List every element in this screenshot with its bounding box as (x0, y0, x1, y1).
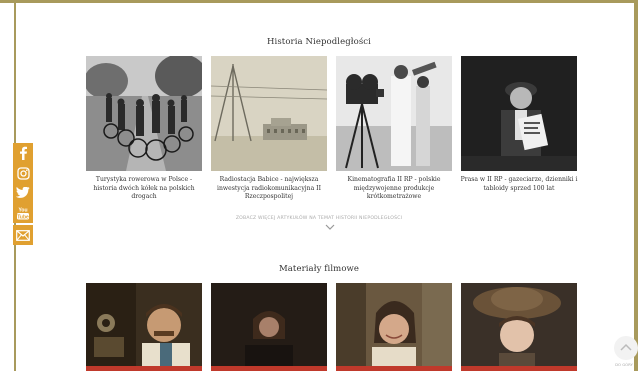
more-articles-link[interactable]: ZOBACZ WIĘCEJ ARTYKUŁÓW NA TEMAT HISTORI… (0, 216, 638, 221)
twitter-icon (16, 187, 30, 198)
instagram-icon (16, 166, 30, 180)
film-thumb-accent (336, 366, 452, 371)
svg-text:You: You (18, 208, 27, 214)
film-thumb-woman-hat[interactable] (461, 283, 577, 371)
facebook-button[interactable] (13, 143, 33, 163)
film-thumb-typewriter[interactable] (211, 283, 327, 371)
svg-text:Tube: Tube (17, 214, 29, 220)
film-thumb-woman-smiling[interactable] (336, 283, 452, 371)
film-thumb-accent (461, 366, 577, 371)
film-thumb-accent (86, 366, 202, 371)
film-thumb-inventor[interactable] (86, 283, 202, 371)
film-thumb-accent (211, 366, 327, 371)
article-caption-radio-station[interactable]: Radiostacja Babice - największa inwestyc… (209, 176, 329, 202)
twitter-button[interactable] (13, 183, 33, 203)
article-image-newspaper-boy[interactable] (461, 56, 577, 171)
article-caption-film-camera[interactable]: Kinematografia II RP - polskie międzywoj… (334, 176, 454, 202)
section-title-history: Historia Niepodległości (267, 37, 371, 47)
article-image-radio-station[interactable] (211, 56, 327, 171)
article-caption-cycling[interactable]: Turystyka rowerowa w Polsce - historia d… (84, 176, 204, 202)
email-button[interactable] (13, 225, 33, 245)
scroll-top-label[interactable]: DO GÓRY (610, 362, 638, 367)
mail-icon (16, 229, 30, 241)
article-image-cycling[interactable] (86, 56, 202, 171)
youtube-icon: You Tube (17, 208, 29, 220)
frame-right-border (634, 3, 638, 371)
article-image-film-camera[interactable] (336, 56, 452, 171)
section-title-films: Materiały filmowe (278, 264, 360, 274)
article-caption-newspaper[interactable]: Prasa w II RP - gazeciarze, dzienniki i … (459, 176, 579, 193)
instagram-button[interactable] (13, 163, 33, 183)
scroll-top-button[interactable] (614, 336, 638, 360)
facebook-icon (20, 146, 27, 160)
frame-top-border (0, 0, 638, 3)
chevron-up-icon (620, 343, 632, 351)
youtube-button[interactable]: You Tube (13, 203, 33, 223)
chevron-down-icon[interactable] (325, 224, 335, 231)
